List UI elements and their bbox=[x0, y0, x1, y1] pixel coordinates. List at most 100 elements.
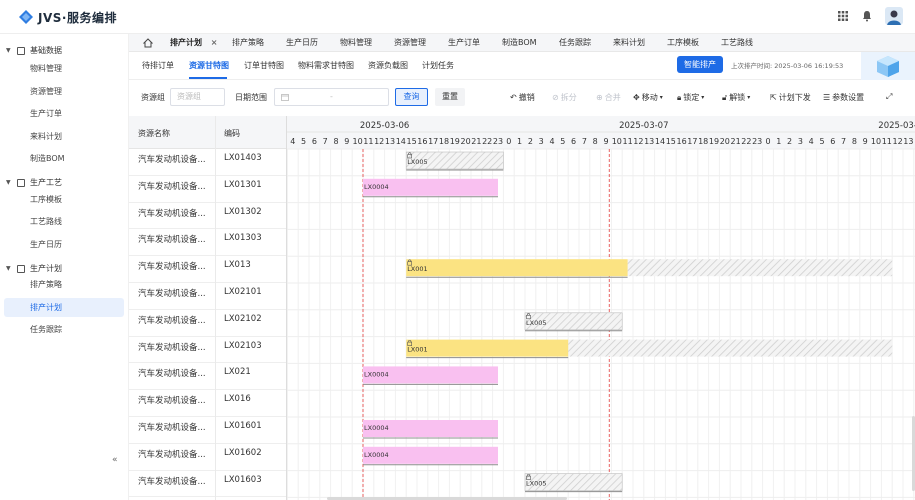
resource-gantt-chart[interactable]: 3456789101112131415161718192021222301234… bbox=[286, 116, 915, 500]
task-bar[interactable] bbox=[406, 339, 569, 357]
sidebar-item-bom[interactable]: 制造BOM bbox=[4, 149, 124, 168]
sidebar-item-process-template[interactable]: 工序模板 bbox=[4, 190, 124, 209]
gantt-hour-label: 18 bbox=[698, 137, 708, 146]
resource-name-cell: 汽车发动机设备... bbox=[138, 315, 206, 326]
lock-button[interactable]: 🔒︎ 锁定 ▾ bbox=[677, 92, 704, 103]
sidebar-group-basic[interactable]: ▼ 基础数据 bbox=[6, 45, 62, 56]
gantt-hour-label: 10 bbox=[871, 137, 881, 146]
resource-group-select[interactable]: 资源组 bbox=[170, 88, 225, 106]
table-row[interactable]: 汽车发动机设备... LX02102 bbox=[129, 310, 286, 337]
subtab-order-gantt[interactable]: 订单甘特图 bbox=[244, 60, 284, 71]
action-label: 参数设置 bbox=[832, 93, 865, 102]
tab-bom[interactable]: 制造BOM bbox=[502, 34, 537, 52]
gantt-hour-label: 12 bbox=[633, 137, 643, 146]
home-icon[interactable] bbox=[143, 38, 153, 48]
table-row[interactable]: 汽车发动机设备... LX01302 bbox=[129, 203, 286, 230]
gantt-hour-label: 23 bbox=[752, 137, 762, 146]
sidebar-item-resource[interactable]: 资源管理 bbox=[4, 82, 124, 101]
bell-icon[interactable] bbox=[861, 10, 873, 22]
app-header: JVS·服务编排 bbox=[0, 0, 915, 34]
sidebar-item-schedule-plan[interactable]: 排产计划 bbox=[4, 298, 124, 317]
user-avatar[interactable] bbox=[885, 7, 903, 25]
reset-button[interactable]: 重置 bbox=[435, 88, 465, 106]
page-tabs: 排产计划 × 排产策略 生产日历 物料管理 资源管理 生产订单 制造BOM 任务… bbox=[129, 34, 915, 52]
header-resource-name[interactable]: 资源名称 bbox=[138, 128, 170, 139]
tab-resource[interactable]: 资源管理 bbox=[394, 34, 426, 52]
dispatch-plan-button[interactable]: ⇱ 计划下发 bbox=[770, 92, 811, 103]
avatar-icon bbox=[887, 10, 901, 25]
subtab-resource-gantt[interactable]: 资源甘特图 bbox=[189, 60, 229, 71]
sidebar-collapse-icon[interactable]: « bbox=[112, 455, 118, 465]
sidebar-item-strategy[interactable]: 排产策略 bbox=[4, 275, 124, 294]
subtab-material-gantt[interactable]: 物料需求甘特图 bbox=[298, 60, 354, 71]
action-label: 锁定 bbox=[683, 93, 700, 102]
unlock-button[interactable]: 🔓︎ 解锁 ▾ bbox=[722, 92, 750, 103]
header-actions bbox=[837, 7, 903, 25]
subtab-pending-orders[interactable]: 待排订单 bbox=[142, 60, 174, 71]
gantt-date-label: 2025-03-07 bbox=[619, 121, 668, 131]
calendar-icon bbox=[281, 93, 289, 101]
tab-schedule-plan[interactable]: 排产计划 × bbox=[170, 34, 218, 52]
move-button[interactable]: ✥ 移动 ▾ bbox=[633, 92, 663, 103]
task-bar[interactable] bbox=[406, 259, 628, 277]
tab-material[interactable]: 物料管理 bbox=[340, 34, 372, 52]
gantt-hour-label: 1 bbox=[517, 137, 522, 146]
table-row[interactable]: 汽车发动机设备... LX01602 bbox=[129, 444, 286, 471]
table-row[interactable]: 汽车发动机设备... LX01303 bbox=[129, 229, 286, 257]
gantt-hour-label: 19 bbox=[450, 137, 460, 146]
gantt-canvas[interactable]: 3456789101112131415161718192021222301234… bbox=[287, 116, 915, 500]
subtab-resource-load[interactable]: 资源负载图 bbox=[368, 60, 408, 71]
fullscreen-button[interactable]: ⤢ bbox=[886, 92, 892, 102]
fullscreen-icon: ⤢ bbox=[886, 92, 893, 101]
header-code[interactable]: 编码 bbox=[224, 128, 240, 139]
sidebar-item-incoming-plan[interactable]: 来料计划 bbox=[4, 127, 124, 146]
table-row[interactable]: 汽车发动机设备... LX01601 bbox=[129, 417, 286, 444]
sidebar-item-task-tracking[interactable]: 任务跟踪 bbox=[4, 320, 124, 339]
tab-production-order[interactable]: 生产订单 bbox=[448, 34, 480, 52]
tab-calendar[interactable]: 生产日历 bbox=[286, 34, 318, 52]
sidebar-item-process-route[interactable]: 工艺路线 bbox=[4, 212, 124, 231]
tab-incoming-plan[interactable]: 来料计划 bbox=[613, 34, 645, 52]
smart-schedule-button[interactable]: 智能排产 bbox=[677, 56, 723, 73]
sidebar-item-calendar[interactable]: 生产日历 bbox=[4, 235, 124, 254]
code-cell: LX01601 bbox=[224, 421, 262, 431]
close-icon[interactable]: × bbox=[211, 38, 218, 47]
sidebar-item-material[interactable]: 物料管理 bbox=[4, 59, 124, 78]
code-cell: LX01403 bbox=[224, 153, 262, 163]
tab-strategy[interactable]: 排产策略 bbox=[232, 34, 264, 52]
app-logo[interactable]: JVS·服务编排 bbox=[18, 8, 117, 26]
send-icon: ⇱ bbox=[770, 93, 777, 102]
table-row[interactable]: 汽车发动机设备... LX02103 bbox=[129, 337, 286, 364]
gantt-hour-label: 17 bbox=[687, 137, 697, 146]
split-button[interactable]: ⊘ 拆分 bbox=[552, 92, 577, 103]
sidebar-group-process[interactable]: ▼ 生产工艺 bbox=[6, 177, 62, 188]
undo-button[interactable]: ↶ 撤销 bbox=[510, 92, 535, 103]
table-row[interactable]: 汽车发动机设备... LX021 bbox=[129, 363, 286, 391]
table-row[interactable]: 汽车发动机设备... LX02101 bbox=[129, 283, 286, 310]
gantt-hour-label: 7 bbox=[841, 137, 846, 146]
gantt-hour-label: 9 bbox=[863, 137, 868, 146]
table-row[interactable]: 汽车发动机设备... LX01301 bbox=[129, 176, 286, 203]
param-settings-button[interactable]: ☰ 参数设置 bbox=[823, 92, 864, 103]
gantt-hour-label: 5 bbox=[301, 137, 306, 146]
subtab-plan-tasks[interactable]: 计划任务 bbox=[422, 60, 454, 71]
apps-grid-icon[interactable] bbox=[837, 10, 849, 22]
tab-process-route[interactable]: 工艺路线 bbox=[721, 34, 753, 52]
table-row[interactable]: 汽车发动机设备... LX01403 bbox=[129, 149, 286, 176]
tab-process-template[interactable]: 工序模板 bbox=[667, 34, 699, 52]
table-row[interactable]: 汽车发动机设备... LX016 bbox=[129, 390, 286, 417]
sidebar-group-plan[interactable]: ▼ 生产计划 bbox=[6, 263, 62, 274]
resource-name-cell: 汽车发动机设备... bbox=[138, 476, 206, 487]
query-button[interactable]: 查询 bbox=[395, 88, 428, 106]
merge-button[interactable]: ⊕ 合并 bbox=[596, 92, 621, 103]
tab-task-tracking[interactable]: 任务跟踪 bbox=[559, 34, 591, 52]
table-row[interactable]: 汽车发动机设备... LX013 bbox=[129, 256, 286, 283]
sidebar-item-production-order[interactable]: 生产订单 bbox=[4, 104, 124, 123]
settings-icon: ☰ bbox=[823, 93, 831, 102]
gantt-hour-label: 22 bbox=[482, 137, 492, 146]
gantt-hour-label: 7 bbox=[582, 137, 587, 146]
date-range-picker[interactable]: - bbox=[274, 88, 389, 106]
resource-name-cell: 汽车发动机设备... bbox=[138, 396, 206, 407]
code-cell: LX02103 bbox=[224, 340, 262, 351]
table-row[interactable]: 汽车发动机设备... LX01603 bbox=[129, 471, 286, 498]
